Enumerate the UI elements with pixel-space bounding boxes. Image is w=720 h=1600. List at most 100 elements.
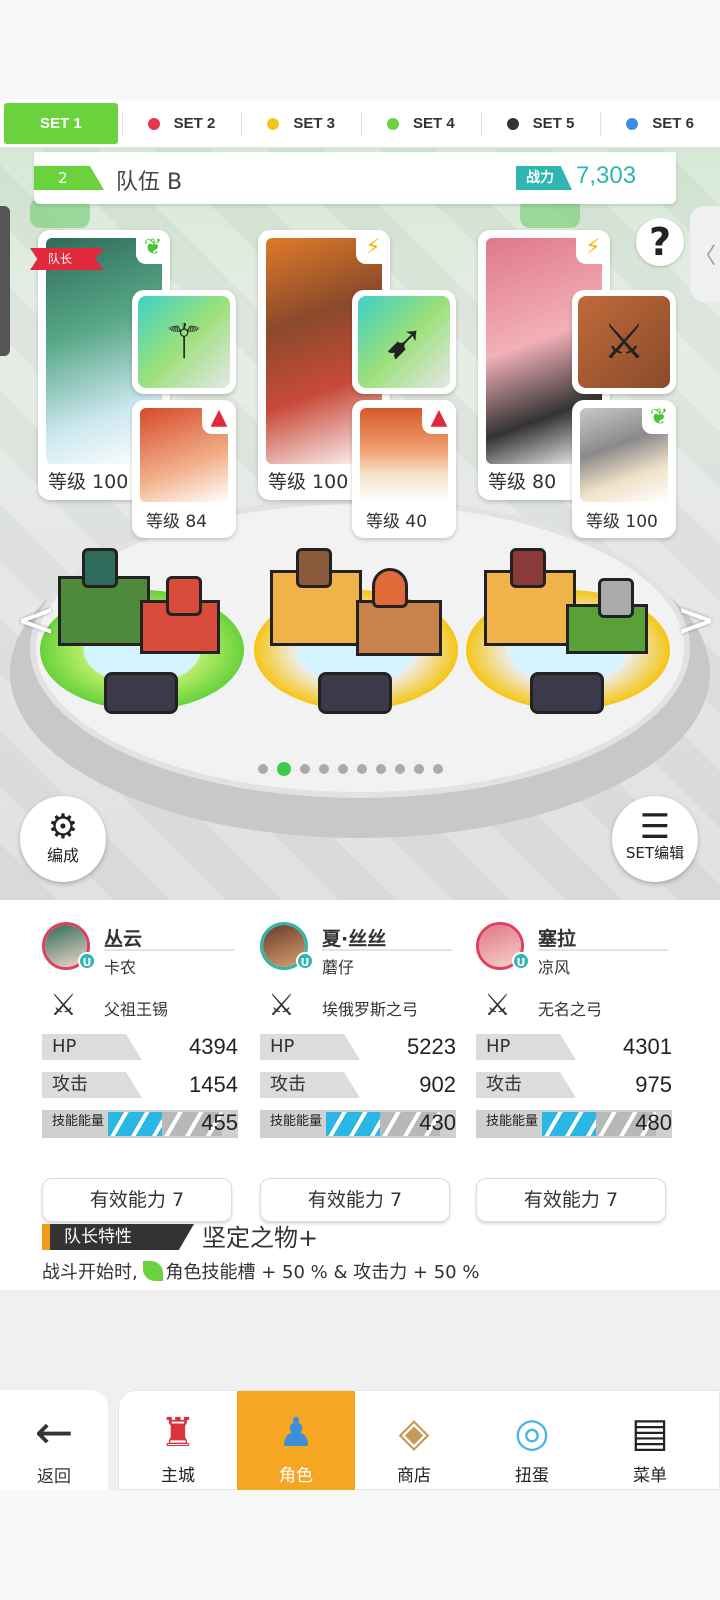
weapon-name: 埃俄罗斯之弓 xyxy=(322,1000,419,1019)
leader-trait-description: 战斗开始时, 角色技能槽 + 50 % & 攻击力 + 50 % xyxy=(42,1261,480,1283)
power-label: 战力 xyxy=(516,166,572,190)
partner-card-2[interactable]: ▲ 等级 40 xyxy=(352,400,456,538)
tab-set-3[interactable]: SET 3 xyxy=(241,100,361,147)
pager-dot[interactable] xyxy=(258,764,268,774)
nav-item-menu[interactable]: ▤ 菜单 xyxy=(591,1391,709,1491)
nav-item-main-city[interactable]: ♜ 主城 xyxy=(119,1391,237,1491)
character-name: 夏·丝丝 xyxy=(322,928,387,950)
pager-dot[interactable] xyxy=(357,764,367,774)
mini-partner-figure xyxy=(372,568,408,608)
skill-energy-row: 技能能量 480 xyxy=(476,1110,672,1138)
sword-shield-icon: ⚔ xyxy=(50,988,77,1023)
status-area xyxy=(0,0,720,100)
dark-tile xyxy=(530,672,604,714)
yellow-dot-icon xyxy=(267,117,280,130)
energy-label: 技能能量 xyxy=(52,1114,105,1129)
energy-value: 480 xyxy=(635,1110,672,1135)
tab-set-1[interactable]: SET 1 xyxy=(4,103,118,144)
dark-tile xyxy=(318,672,392,714)
character-level: 等级 100 xyxy=(268,471,349,493)
ability-button[interactable]: 有效能力 7 xyxy=(476,1178,666,1222)
tab-set-2[interactable]: SET 2 xyxy=(121,100,242,147)
pager-dot[interactable] xyxy=(319,764,329,774)
divider xyxy=(322,949,452,951)
attack-label: 攻击 xyxy=(260,1072,360,1098)
nav-item-gacha[interactable]: ◎ 扭蛋 xyxy=(473,1391,591,1491)
weapon-slot-1[interactable]: ⚚ xyxy=(132,290,236,394)
energy-label: 技能能量 xyxy=(486,1114,539,1129)
stats-panel: U 丛云 卡农 ⚔ 父祖王锡 HP 4394 攻击 1454 技能能量 455 … xyxy=(0,900,720,1290)
u-badge-icon: U xyxy=(78,952,96,970)
character-level: 等级 100 xyxy=(48,471,129,493)
hp-row: HP 4301 xyxy=(476,1034,672,1064)
mini-character-figure xyxy=(510,548,546,588)
weapon-slot-2[interactable]: ➹ xyxy=(352,290,456,394)
hp-row: HP 4394 xyxy=(42,1034,238,1064)
shop-icon: ◈ xyxy=(398,1410,430,1456)
divider xyxy=(104,949,234,951)
pager-dot-active[interactable] xyxy=(277,762,291,776)
leader-trait-name: 坚定之物+ xyxy=(202,1224,319,1252)
ability-button[interactable]: 有效能力 7 xyxy=(42,1178,232,1222)
castle-icon: ♜ xyxy=(160,1410,196,1456)
pager-dot[interactable] xyxy=(300,764,310,774)
character-name: 丛云 xyxy=(104,928,143,950)
bow-icon: ➹ xyxy=(358,296,450,388)
menu-icon: ▤ xyxy=(631,1410,669,1456)
leader-trait-label: 队长特性 xyxy=(42,1224,194,1250)
skill-energy-row: 技能能量 430 xyxy=(260,1110,456,1138)
partner-level: 等级 40 xyxy=(366,512,428,532)
hp-value: 5223 xyxy=(407,1034,456,1059)
help-button[interactable]: ? xyxy=(636,218,684,266)
weapon-row: ⚔ 无名之弓 xyxy=(476,988,672,1026)
set-tabs: SET 1 SET 2 SET 3 SET 4 SET 5 SET 6 xyxy=(0,100,720,148)
prev-team-arrow[interactable]: < xyxy=(16,592,56,648)
tab-set-4[interactable]: SET 4 xyxy=(361,100,481,147)
partner-card-3[interactable]: ❦ 等级 100 xyxy=(572,400,676,538)
pager-dot[interactable] xyxy=(414,764,424,774)
u-badge-icon: U xyxy=(512,952,530,970)
weapon-row: ⚔ 父祖王锡 xyxy=(42,988,238,1026)
set-edit-button[interactable]: ☰ SET编辑 xyxy=(612,796,698,882)
next-team-arrow[interactable]: > xyxy=(676,592,716,648)
ability-button[interactable]: 有效能力 7 xyxy=(260,1178,450,1222)
brown-block xyxy=(356,600,442,656)
pager-dot[interactable] xyxy=(376,764,386,774)
leaf-icon: ❦ xyxy=(136,230,170,264)
formation-button[interactable]: ⚙ 编成 xyxy=(20,796,106,882)
pager-dot[interactable] xyxy=(338,764,348,774)
divider xyxy=(538,949,668,951)
partner-level: 等级 100 xyxy=(586,512,658,532)
nav-item-shop[interactable]: ◈ 商店 xyxy=(355,1391,473,1491)
mini-partner-figure xyxy=(598,578,634,618)
hp-row: HP 5223 xyxy=(260,1034,456,1064)
tab-set-6[interactable]: SET 6 xyxy=(600,100,720,147)
energy-value: 430 xyxy=(419,1110,456,1135)
attack-row: 攻击 975 xyxy=(476,1072,672,1102)
hp-label: HP xyxy=(476,1034,576,1060)
partner-card-1[interactable]: ▲ 等级 84 xyxy=(132,400,236,538)
sword-shield-icon: ⚔ xyxy=(268,988,295,1023)
skill-energy-row: 技能能量 455 xyxy=(42,1110,238,1138)
energy-label: 技能能量 xyxy=(270,1114,323,1129)
attack-row: 攻击 1454 xyxy=(42,1072,238,1102)
leaf-icon xyxy=(143,1261,164,1281)
pager-dot[interactable] xyxy=(433,764,443,774)
pager-dot[interactable] xyxy=(395,764,405,774)
attack-value: 902 xyxy=(419,1072,456,1097)
person-gear-icon: ⚙ xyxy=(47,807,79,847)
side-drawer-tab[interactable]: 〈 xyxy=(690,206,720,302)
back-button[interactable]: ← 返回 xyxy=(0,1390,108,1490)
lightning-icon: ⚡ xyxy=(356,230,390,264)
character-level: 等级 80 xyxy=(488,471,557,493)
tab-set-5[interactable]: SET 5 xyxy=(480,100,601,147)
nav-bar: ♜ 主城 ♟ 角色 ◈ 商店 ◎ 扭蛋 ▤ 菜单 xyxy=(118,1390,720,1491)
attack-value: 1454 xyxy=(189,1072,238,1097)
nav-item-character[interactable]: ♟ 角色 xyxy=(237,1391,355,1491)
weapon-slot-3[interactable]: ⚔ xyxy=(572,290,676,394)
bottom-strip xyxy=(0,1490,720,1600)
team-pager xyxy=(258,762,443,776)
team-name[interactable]: 队伍 B xyxy=(116,164,182,196)
staff-icon: ⚚ xyxy=(138,296,230,388)
mini-character-figure xyxy=(296,548,332,588)
